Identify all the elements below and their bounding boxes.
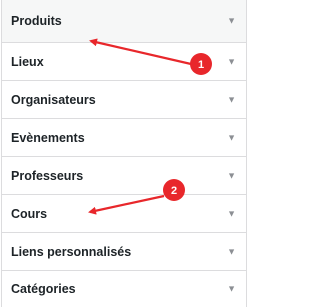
caret-down-icon: ▼ [227,94,236,104]
caret-down-icon: ▼ [227,170,236,180]
menu-item-label: Lieux [11,54,44,69]
menu-item-liens-personnalises[interactable]: Liens personnalisés ▼ [2,233,246,271]
menu-item-label: Professeurs [11,168,84,183]
caret-down-icon: ▼ [227,283,236,294]
screenshot-stage: Produits ▼ Lieux ▼ Organisateurs ▼ Evène… [0,0,248,307]
menu-item-evenements[interactable]: Evènements ▼ [2,119,246,157]
menu-item-label: Organisateurs [11,92,96,107]
accordion-menu: Produits ▼ Lieux ▼ Organisateurs ▼ Evène… [1,0,247,307]
menu-item-categories[interactable]: Catégories ▼ [2,271,246,307]
caret-down-icon: ▼ [227,132,236,142]
caret-down-icon: ▼ [227,56,236,66]
menu-item-organisateurs[interactable]: Organisateurs ▼ [2,81,246,119]
menu-item-label: Liens personnalisés [11,244,132,259]
caret-down-icon: ▼ [227,246,236,256]
menu-item-cours[interactable]: Cours ▼ [2,195,246,233]
menu-item-label: Evènements [11,130,85,145]
menu-item-label: Produits [11,14,62,28]
caret-down-icon: ▼ [227,15,236,26]
menu-item-label: Catégories [11,282,76,296]
menu-item-label: Cours [11,206,48,221]
menu-item-produits[interactable]: Produits ▼ [2,0,246,43]
menu-item-professeurs[interactable]: Professeurs ▼ [2,157,246,195]
menu-item-lieux[interactable]: Lieux ▼ [2,43,246,81]
caret-down-icon: ▼ [227,208,236,218]
